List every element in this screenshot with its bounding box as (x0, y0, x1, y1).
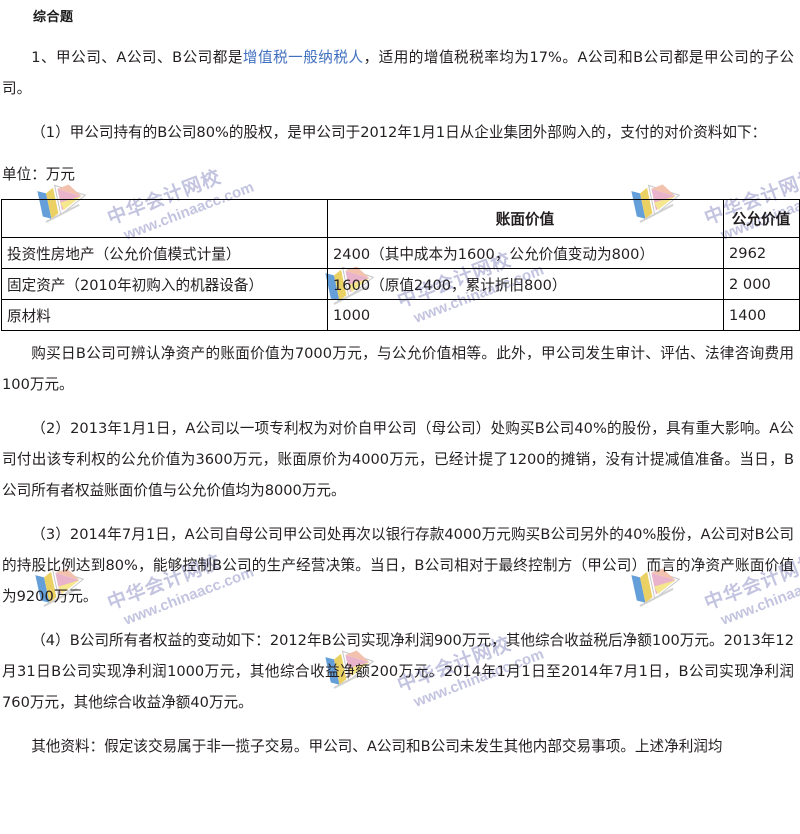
vat-general-taxpayer-link[interactable]: 增值税一般纳税人 (243, 49, 364, 66)
table-row: 投资性房地产（公允价值模式计量） 2400（其中成本为1600，公允价值变动为8… (2, 238, 800, 269)
table-row: 固定资产（2010年初购入的机器设备） 1600（原值2400，累计折旧800）… (2, 269, 800, 300)
spacer (0, 25, 800, 42)
paragraph-7: 其他资料：假定该交易属于非一揽子交易。甲公司、A公司和B公司未发生其他内部交易事… (0, 731, 800, 762)
table-cell-book-value: 1600（原值2400，累计折旧800） (328, 269, 724, 300)
unit-label: 单位：万元 (0, 161, 800, 189)
spacer (0, 331, 800, 338)
spacer (0, 718, 800, 731)
document-body: 综合题 1、甲公司、A公司、B公司都是增值税一般纳税人，适用的增值税税率均为17… (0, 0, 800, 762)
fair-value-table: 账面价值 公允价值 投资性房地产（公允价值模式计量） 2400（其中成本为160… (1, 199, 800, 331)
paragraph-2: （1）甲公司持有的B公司80%的股权，是甲公司于2012年1月1日从企业集团外部… (0, 117, 800, 148)
table-cell-item: 原材料 (2, 300, 328, 331)
table-cell-book-value: 2400（其中成本为1600，公允价值变动为800） (328, 238, 724, 269)
table-cell-item: 投资性房地产（公允价值模式计量） (2, 238, 328, 269)
table-cell-book-value: 1000 (328, 300, 724, 331)
paragraph-6: （4）B公司所有者权益的变动如下：2012年B公司实现净利润900万元，其他综合… (0, 625, 800, 718)
table-header-fair-value: 公允价值 (724, 200, 800, 238)
paragraph-4: （2）2013年1月1日，A公司以一项专利权为对价自甲公司（母公司）处购买B公司… (0, 413, 800, 506)
spacer (0, 148, 800, 161)
paragraph-5: （3）2014年7月1日，A公司自母公司甲公司处再次以银行存款4000万元购买B… (0, 519, 800, 612)
paragraph-3: 购买日B公司可辨认净资产的账面价值为7000万元，与公允价值相等。此外，甲公司发… (0, 338, 800, 400)
paragraph-1-pre: 1、甲公司、A公司、B公司都是 (31, 49, 243, 66)
spacer (0, 506, 800, 519)
table-header-book-value: 账面价值 (328, 200, 724, 238)
table-cell-fair-value: 2962 (724, 238, 800, 269)
table-cell-item: 固定资产（2010年初购入的机器设备） (2, 269, 328, 300)
table-cell-fair-value: 2 000 (724, 269, 800, 300)
table-row: 原材料 1000 1400 (2, 300, 800, 331)
table-header-item (2, 200, 328, 238)
paragraph-1: 1、甲公司、A公司、B公司都是增值税一般纳税人，适用的增值税税率均为17%。A公… (0, 42, 800, 104)
table-cell-fair-value: 1400 (724, 300, 800, 331)
table-header-row: 账面价值 公允价值 (2, 200, 800, 238)
spacer (0, 612, 800, 625)
spacer (0, 400, 800, 413)
page-title: 综合题 (0, 0, 800, 25)
spacer (0, 104, 800, 117)
